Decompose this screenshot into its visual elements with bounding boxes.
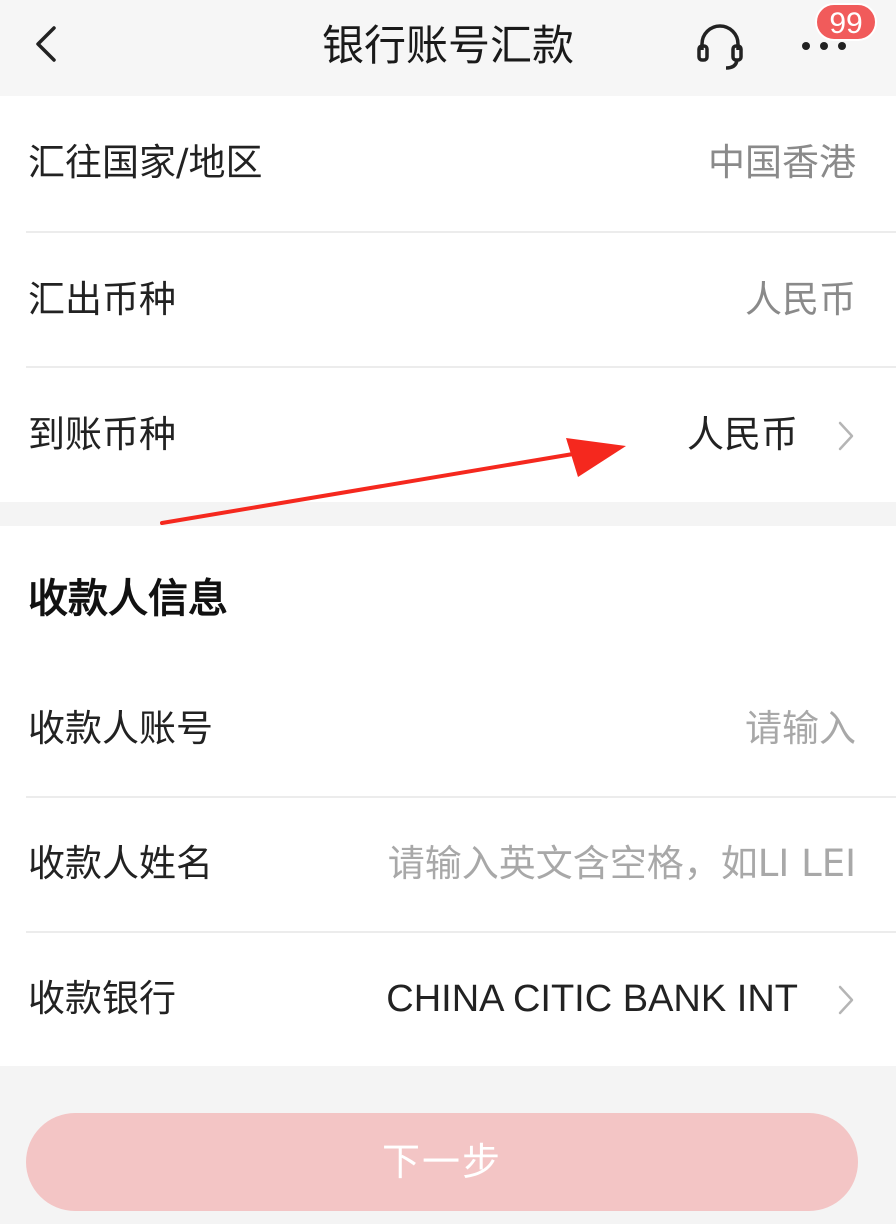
- outgoing-currency-value: 人民币: [745, 278, 856, 321]
- remittance-settings-card: 汇往国家/地区 中国香港 汇出币种 人民币 到账币种 人民币: [0, 96, 896, 502]
- headset-icon[interactable]: [692, 18, 748, 74]
- next-step-button[interactable]: 下一步: [26, 1113, 858, 1211]
- received-currency-label: 到账币种: [28, 413, 176, 456]
- payee-info-card: 收款人信息 收款人账号 请输入 收款人姓名 请输入英文含空格，如LI LEI 收…: [0, 526, 896, 1066]
- payee-bank-value[interactable]: CHINA CITIC BANK INT: [386, 932, 798, 1066]
- payee-name-row[interactable]: 收款人姓名 请输入英文含空格，如LI LEI: [0, 797, 896, 931]
- payee-name-label: 收款人姓名: [28, 842, 213, 885]
- notification-badge: 99: [815, 3, 877, 41]
- payee-bank-row[interactable]: 收款银行 CHINA CITIC BANK INT: [0, 932, 896, 1066]
- nav-bar: 银行账号汇款 99: [0, 0, 896, 96]
- section-title: 收款人信息: [28, 576, 228, 622]
- payee-account-label: 收款人账号: [28, 707, 213, 750]
- outgoing-currency-row: 汇出币种 人民币: [0, 233, 896, 367]
- chevron-right-icon[interactable]: [836, 984, 856, 1016]
- payee-name-input[interactable]: 请输入英文含空格，如LI LEI: [388, 797, 856, 931]
- destination-country-row: 汇往国家/地区 中国香港: [0, 96, 896, 230]
- destination-country-label: 汇往国家/地区: [28, 141, 263, 184]
- received-currency-row[interactable]: 到账币种 人民币: [0, 368, 896, 502]
- outgoing-currency-label: 汇出币种: [28, 278, 176, 321]
- payee-account-row[interactable]: 收款人账号 请输入: [0, 662, 896, 796]
- destination-country-value: 中国香港: [708, 141, 856, 184]
- payee-account-input[interactable]: 请输入: [745, 662, 856, 796]
- chevron-right-icon[interactable]: [836, 420, 856, 452]
- payee-bank-label: 收款银行: [28, 977, 176, 1020]
- page-title: 银行账号汇款: [321, 21, 574, 70]
- received-currency-value[interactable]: 人民币: [687, 368, 798, 502]
